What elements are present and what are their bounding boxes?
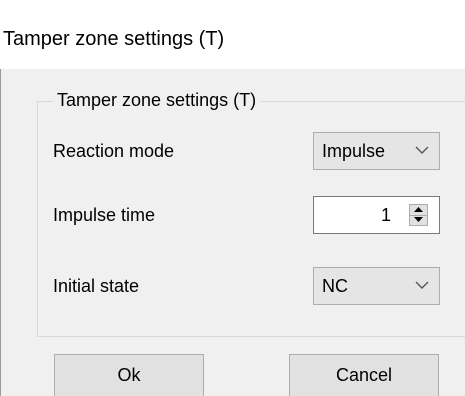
- reaction-mode-label: Reaction mode: [53, 141, 175, 161]
- impulse-time-spinbox[interactable]: 1: [313, 196, 440, 234]
- window-border: [0, 69, 1, 396]
- spin-up-icon: [414, 207, 423, 212]
- chevron-down-icon: [415, 281, 429, 289]
- spin-buttons: [409, 204, 428, 226]
- spin-down-icon: [414, 217, 423, 222]
- ok-button[interactable]: Ok: [54, 354, 204, 396]
- initial-state-value: NC: [322, 276, 348, 296]
- spin-down-button[interactable]: [410, 215, 427, 225]
- reaction-mode-value: Impulse: [322, 141, 386, 161]
- cancel-button[interactable]: Cancel: [289, 354, 439, 396]
- reaction-mode-select[interactable]: Impulse: [313, 132, 440, 170]
- groupbox-legend: Tamper zone settings (T): [53, 90, 261, 111]
- title-bar[interactable]: Tamper zone settings (T): [0, 0, 465, 69]
- impulse-time-value: 1: [380, 205, 391, 225]
- impulse-time-label: Impulse time: [53, 205, 156, 225]
- chevron-down-icon: [415, 146, 429, 154]
- initial-state-label: Initial state: [53, 276, 140, 296]
- window-title: Tamper zone settings (T): [3, 28, 225, 50]
- initial-state-select[interactable]: NC: [313, 267, 440, 305]
